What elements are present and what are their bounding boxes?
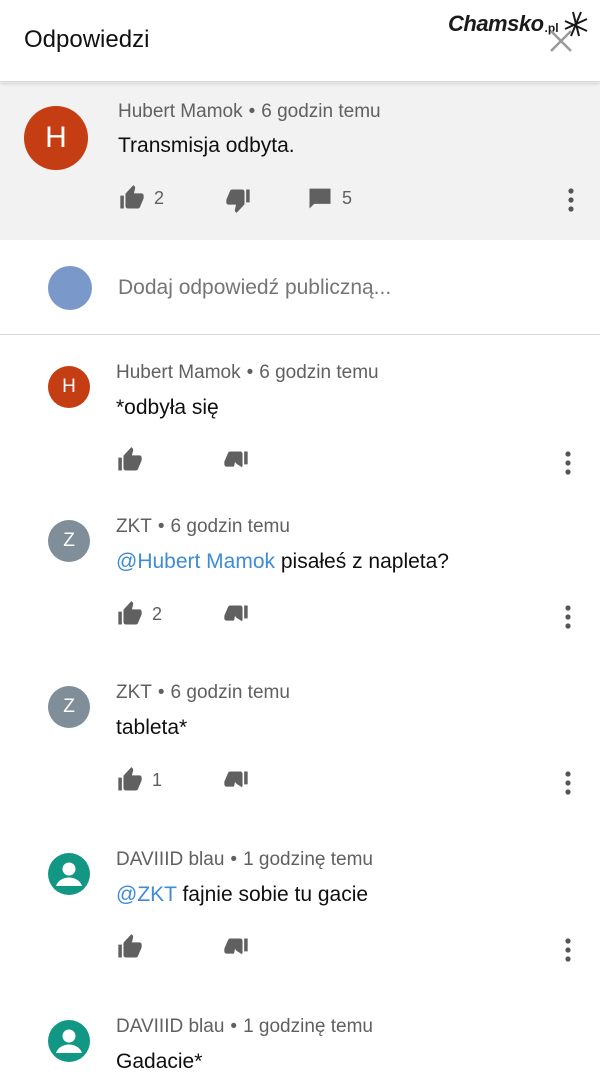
comment-actions bbox=[116, 446, 416, 476]
comment-author[interactable]: Hubert Mamok bbox=[116, 362, 241, 383]
reply-count: 5 bbox=[342, 187, 353, 208]
close-button[interactable] bbox=[544, 24, 578, 58]
comment-actions bbox=[116, 933, 416, 963]
comment-actions: 2 5 bbox=[118, 184, 588, 214]
avatar-letter: H bbox=[45, 121, 67, 154]
meta-separator: • bbox=[246, 362, 254, 383]
comment-meta: Hubert Mamok • 6 godzin temu bbox=[116, 362, 379, 384]
avatar[interactable]: Z bbox=[48, 520, 90, 562]
comment-author[interactable]: Hubert Mamok bbox=[118, 101, 243, 122]
like-button[interactable] bbox=[116, 446, 144, 474]
close-icon bbox=[550, 30, 572, 52]
person-icon bbox=[56, 862, 82, 886]
dislike-button[interactable] bbox=[224, 186, 252, 214]
comment-actions: 1 bbox=[116, 766, 416, 796]
avatar[interactable] bbox=[48, 853, 90, 895]
avatar-letter: H bbox=[62, 376, 76, 397]
avatar-letter: Z bbox=[63, 530, 75, 551]
add-reply-row bbox=[0, 240, 600, 335]
dislike-button[interactable] bbox=[222, 602, 250, 630]
comment-text: @Hubert Mamok pisałeś z napleta? bbox=[116, 550, 449, 574]
more-vert-icon bbox=[565, 605, 571, 629]
comment-text: tableta* bbox=[116, 716, 187, 740]
more-options-button[interactable] bbox=[556, 935, 580, 965]
comment-body: Gadacie* bbox=[116, 1050, 203, 1073]
avatar[interactable]: H bbox=[24, 106, 88, 170]
thumbs-down-icon bbox=[226, 189, 250, 213]
like-button[interactable] bbox=[116, 933, 144, 961]
reply-count-button[interactable]: 5 bbox=[306, 184, 352, 212]
comment-text: Transmisja odbyta. bbox=[118, 134, 295, 157]
comment-text: @ZKT fajnie sobie tu gacie bbox=[116, 883, 368, 907]
more-options-button[interactable] bbox=[556, 602, 580, 632]
meta-separator: • bbox=[230, 1016, 238, 1037]
more-vert-icon bbox=[565, 938, 571, 962]
thumbs-down-icon bbox=[224, 451, 248, 468]
comment-meta: DAVIIID blau • 1 godzinę temu bbox=[116, 1016, 373, 1038]
comment-time[interactable]: 6 godzin temu bbox=[259, 362, 378, 383]
header-bar: Odpowiedzi Chamsko .pl bbox=[0, 0, 600, 82]
more-vert-icon bbox=[565, 451, 571, 475]
more-vert-icon bbox=[568, 188, 574, 212]
comment-author[interactable]: DAVIIID blau bbox=[116, 1016, 224, 1037]
dislike-button[interactable] bbox=[222, 935, 250, 963]
thumbs-up-icon bbox=[118, 767, 142, 791]
more-vert-icon bbox=[565, 771, 571, 795]
top-comment: H Hubert Mamok • 6 godzin temu Transmisja … bbox=[0, 83, 600, 240]
thumbs-up-icon bbox=[118, 601, 142, 625]
comment-meta: Hubert Mamok • 6 godzin temu bbox=[118, 101, 381, 123]
thumbs-down-icon bbox=[224, 771, 248, 788]
comment-body: fajnie sobie tu gacie bbox=[176, 883, 369, 906]
comment-time[interactable]: 1 godzinę temu bbox=[243, 849, 373, 870]
more-options-button[interactable] bbox=[556, 768, 580, 798]
avatar[interactable]: H bbox=[48, 366, 90, 408]
like-count: 1 bbox=[152, 769, 163, 790]
dislike-button[interactable] bbox=[222, 768, 250, 796]
comment-time[interactable]: 6 godzin temu bbox=[261, 101, 380, 122]
comment-actions: 2 bbox=[116, 600, 416, 630]
comment-icon bbox=[309, 188, 331, 209]
thumbs-down-icon bbox=[224, 605, 248, 622]
dislike-button[interactable] bbox=[222, 448, 250, 476]
thumbs-down-icon bbox=[224, 938, 248, 955]
avatar-letter: Z bbox=[63, 696, 75, 717]
person-icon bbox=[56, 1029, 82, 1053]
mention-link[interactable]: @ZKT bbox=[116, 883, 177, 906]
meta-separator: • bbox=[248, 101, 256, 122]
thumbs-up-icon bbox=[118, 447, 142, 471]
comment-author[interactable]: ZKT bbox=[116, 682, 152, 703]
thumbs-up-icon bbox=[120, 185, 144, 209]
like-button[interactable]: 2 bbox=[116, 600, 162, 628]
comment-body: *odbyła się bbox=[116, 396, 219, 419]
own-avatar bbox=[48, 266, 92, 310]
page-title: Odpowiedzi bbox=[24, 26, 150, 53]
comment-time[interactable]: 6 godzin temu bbox=[171, 516, 290, 537]
comment-meta: DAVIIID blau • 1 godzinę temu bbox=[116, 849, 373, 871]
like-button[interactable]: 1 bbox=[116, 766, 162, 794]
comment-author[interactable]: DAVIIID blau bbox=[116, 849, 224, 870]
avatar[interactable]: Z bbox=[48, 686, 90, 728]
comment-time[interactable]: 1 godzinę temu bbox=[243, 1016, 373, 1037]
meta-separator: • bbox=[230, 849, 238, 870]
comment-time[interactable]: 6 godzin temu bbox=[171, 682, 290, 703]
like-count: 2 bbox=[152, 603, 163, 624]
comment-body: tableta* bbox=[116, 716, 188, 739]
thumbs-up-icon bbox=[118, 934, 142, 958]
more-options-button[interactable] bbox=[556, 448, 580, 478]
like-button[interactable]: 2 bbox=[118, 184, 164, 212]
comment-body: pisałeś z napleta? bbox=[275, 550, 449, 573]
comment-text: Gadacie* bbox=[116, 1050, 202, 1074]
comment-meta: ZKT • 6 godzin temu bbox=[116, 682, 290, 704]
like-count: 2 bbox=[154, 187, 165, 208]
meta-separator: • bbox=[157, 516, 165, 537]
avatar[interactable] bbox=[48, 1020, 90, 1062]
meta-separator: • bbox=[157, 682, 165, 703]
more-options-button[interactable] bbox=[559, 185, 583, 215]
comment-meta: ZKT • 6 godzin temu bbox=[116, 516, 290, 538]
reply-input[interactable] bbox=[118, 276, 578, 300]
watermark-name: Chamsko bbox=[448, 11, 544, 36]
mention-link[interactable]: @Hubert Mamok bbox=[116, 550, 275, 573]
comment-author[interactable]: ZKT bbox=[116, 516, 152, 537]
comment-text: *odbyła się bbox=[116, 396, 219, 420]
